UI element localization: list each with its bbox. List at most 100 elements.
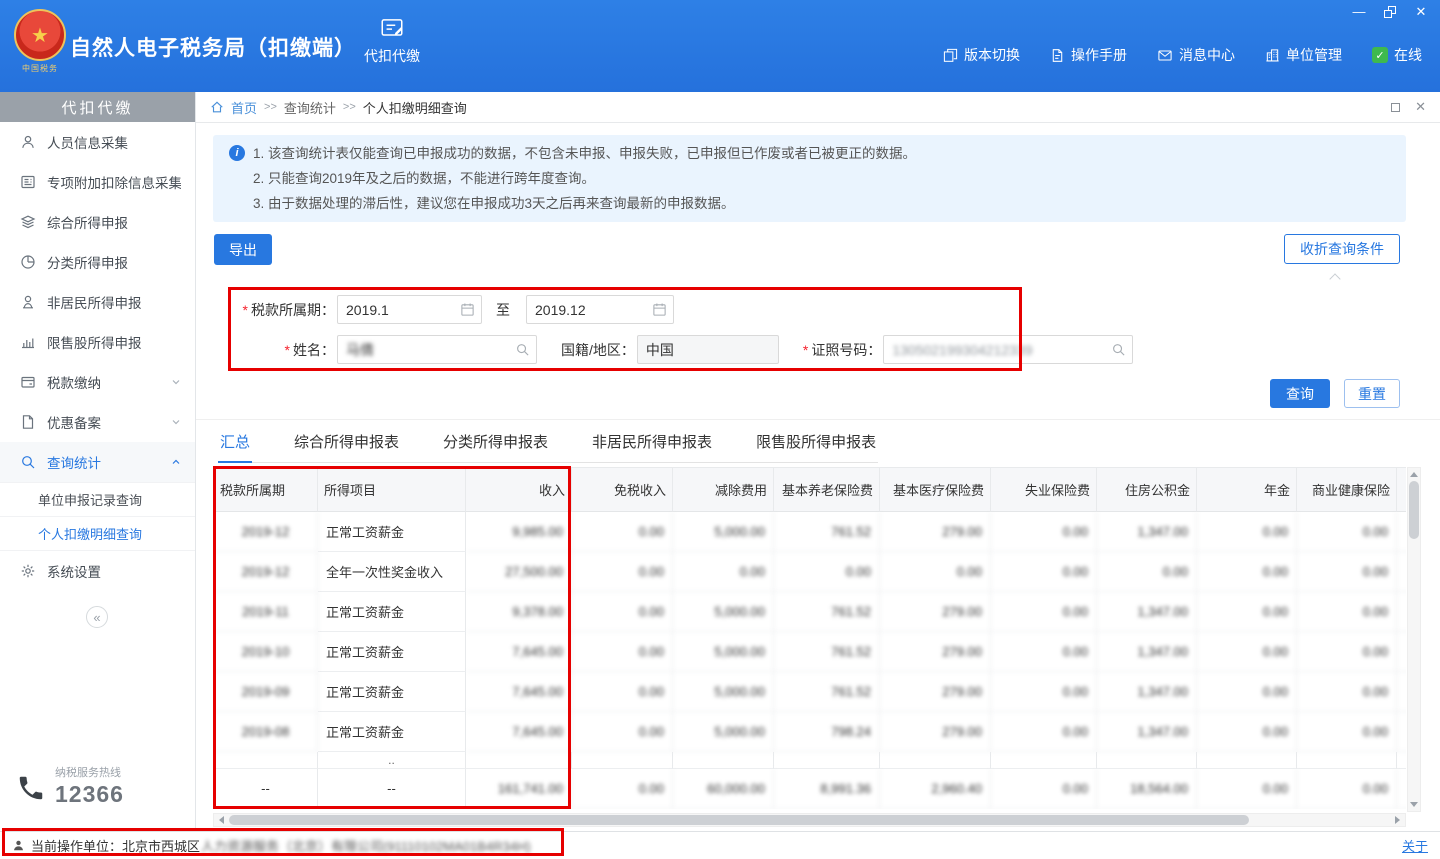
scroll-right-arrow-icon[interactable]: [1395, 816, 1400, 824]
table-cell: 正常工资薪金: [318, 712, 466, 752]
region-input[interactable]: 中国: [637, 335, 779, 364]
table-row-5[interactable]: 2019-08正常工资薪金7,645.000.005,000.00798.242…: [214, 712, 1406, 752]
table-cell: 0.00: [572, 712, 673, 752]
query-button[interactable]: 查询: [1270, 379, 1330, 408]
period-from-input[interactable]: 2019.1: [337, 295, 482, 324]
sidebar-item-unit-report-query[interactable]: 单位申报记录查询: [0, 482, 195, 516]
collapse-caret-icon: [1330, 272, 1340, 282]
calendar-icon[interactable]: [652, 302, 667, 317]
table-cell: --: [318, 769, 466, 809]
tab-comprehensive-income[interactable]: 综合所得申报表: [292, 431, 401, 462]
link-unit-management[interactable]: 单位管理: [1265, 45, 1342, 65]
vertical-scrollbar[interactable]: [1407, 467, 1421, 812]
sidebar-collapse-button[interactable]: «: [86, 606, 108, 628]
table-row-0[interactable]: 2019-12正常工资薪金9,985.000.005,000.00761.522…: [214, 512, 1406, 552]
minimize-button[interactable]: —: [1352, 5, 1366, 19]
search-icon[interactable]: [1111, 342, 1126, 357]
restore-button[interactable]: [1384, 6, 1396, 18]
breadcrumb-query-statistics[interactable]: 查询统计: [284, 98, 336, 117]
required-asterisk: [803, 342, 808, 358]
withholding-module-icon: [352, 15, 432, 41]
sidebar-item-nonresident-income[interactable]: 非居民所得申报: [0, 282, 195, 322]
panel-maximize-icon[interactable]: [1391, 103, 1400, 112]
column-header-10: 商业健康保险: [1297, 468, 1397, 512]
sidebar-item-query-statistics[interactable]: 查询统计: [0, 442, 195, 482]
collapse-filters-button[interactable]: 收折查询条件: [1284, 234, 1400, 264]
table-cell: 0.00: [1297, 712, 1397, 752]
table-cell: [1197, 752, 1297, 769]
link-online-status[interactable]: 在线: [1372, 45, 1422, 65]
table-total-row[interactable]: ----161,741.000.0060,000.008,991.362,960…: [214, 769, 1406, 809]
table-cell: [880, 752, 991, 769]
table-cell: 0.00: [991, 632, 1097, 672]
name-value: 马倩: [346, 340, 374, 360]
sidebar: 代扣代缴 人员信息采集 专项附加扣除信息采集 综合所得申报 分类所得申报 非居民…: [0, 92, 196, 831]
table-cell: 0.00: [572, 672, 673, 712]
table-row-3[interactable]: 2019-10正常工资薪金7,645.000.005,000.00761.522…: [214, 632, 1406, 672]
link-manual[interactable]: 操作手册: [1050, 45, 1127, 65]
table-cell: 0.00: [572, 769, 673, 809]
logo-caption: 中国税务: [12, 63, 68, 74]
id-number-value: 130502199304212339: [892, 342, 1032, 358]
table-cell: 9,985.00: [466, 512, 572, 552]
table-ellipsis-row[interactable]: ..: [214, 752, 1406, 769]
table-cell: 1,347.00: [1097, 632, 1197, 672]
home-icon[interactable]: [210, 100, 224, 114]
sidebar-item-personal-withholding-query[interactable]: 个人扣缴明细查询: [0, 516, 195, 550]
table-cell: 1,347.00: [1097, 592, 1197, 632]
sidebar-item-tax-payment[interactable]: 税款缴纳: [0, 362, 195, 402]
scroll-left-arrow-icon[interactable]: [219, 816, 224, 824]
sidebar-item-comprehensive-income[interactable]: 综合所得申报: [0, 202, 195, 242]
result-tabs: 汇总 综合所得申报表 分类所得申报表 非居民所得申报表 限售股所得申报表: [218, 431, 878, 463]
period-to-input[interactable]: 2019.12: [526, 295, 674, 324]
to-label: 至: [496, 300, 510, 320]
name-input[interactable]: 马倩: [337, 335, 537, 364]
module-tab-withholding[interactable]: 代扣代缴: [352, 15, 432, 66]
table-cell: 0.00: [572, 592, 673, 632]
sidebar-item-preferential-filing[interactable]: 优惠备案: [0, 402, 195, 442]
wallet-icon: [20, 374, 37, 391]
breadcrumb-home[interactable]: 首页: [231, 98, 257, 117]
scroll-up-arrow-icon[interactable]: [1410, 472, 1418, 477]
sidebar-item-special-deduction[interactable]: 专项附加扣除信息采集: [0, 162, 195, 202]
table-row-1[interactable]: 2019-12全年一次性奖金收入27,500.000.000.000.000.0…: [214, 552, 1406, 592]
search-icon[interactable]: [515, 342, 530, 357]
hotline-phone-icon: [16, 773, 46, 803]
link-message-center[interactable]: 消息中心: [1157, 45, 1235, 65]
sidebar-item-restricted-shares[interactable]: 限售股所得申报: [0, 322, 195, 362]
table-row-2[interactable]: 2019-11正常工资薪金9,378.000.005,000.00761.522…: [214, 592, 1406, 632]
table-cell: 全年一次性奖金收入: [318, 552, 466, 592]
link-label: 操作手册: [1071, 45, 1127, 65]
sidebar-item-classified-income[interactable]: 分类所得申报: [0, 242, 195, 282]
vertical-scroll-thumb[interactable]: [1409, 481, 1419, 539]
scroll-down-arrow-icon[interactable]: [1410, 802, 1418, 807]
panel-close-icon[interactable]: ✕: [1415, 99, 1426, 115]
table-cell: [1097, 752, 1197, 769]
sidebar-item-personnel-info[interactable]: 人员信息采集: [0, 122, 195, 162]
table-row-4[interactable]: 2019-09正常工资薪金7,645.000.005,000.00761.522…: [214, 672, 1406, 712]
table-cell: 761.52: [774, 672, 880, 712]
close-button[interactable]: ✕: [1414, 5, 1428, 19]
export-button[interactable]: 导出: [214, 234, 272, 265]
label-text: 证照号码：: [811, 340, 881, 360]
tab-classified-income[interactable]: 分类所得申报表: [441, 431, 550, 462]
search-icon: [20, 454, 37, 471]
table-cell: 761.52: [774, 592, 880, 632]
unit-management-icon: [1265, 48, 1280, 63]
link-label: 单位管理: [1286, 45, 1342, 65]
link-version-switch[interactable]: 版本切换: [943, 45, 1020, 65]
tab-summary[interactable]: 汇总: [218, 431, 252, 463]
table-cell: 0.00: [1397, 512, 1406, 552]
tab-restricted-shares[interactable]: 限售股所得申报表: [754, 431, 878, 462]
breadcrumb: 首页 >> 查询统计 >> 个人扣缴明细查询 ✕: [196, 92, 1440, 123]
id-number-input[interactable]: 130502199304212339: [883, 335, 1133, 364]
calendar-icon[interactable]: [460, 302, 475, 317]
horizontal-scrollbar[interactable]: [213, 813, 1406, 827]
about-link[interactable]: 关于: [1402, 836, 1428, 855]
table-cell: 5,000.00: [673, 592, 774, 632]
tab-nonresident-income[interactable]: 非居民所得申报表: [590, 431, 714, 462]
info-icon: [229, 145, 245, 161]
reset-button[interactable]: 重置: [1344, 379, 1400, 408]
horizontal-scroll-thumb[interactable]: [229, 815, 1249, 825]
sidebar-item-system-settings[interactable]: 系统设置: [0, 550, 195, 590]
